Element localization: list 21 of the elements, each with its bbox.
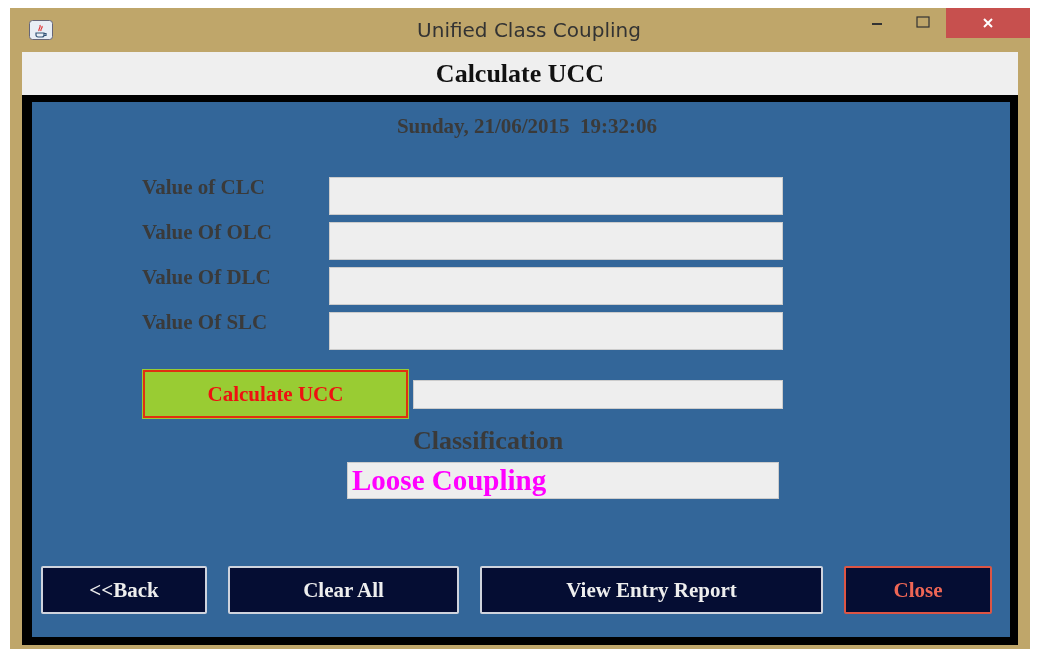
date-time: Sunday, 21/06/2015 19:32:06 (395, 114, 659, 139)
field-label: Value Of SLC (142, 310, 269, 335)
maximize-icon (916, 16, 930, 28)
field-label: Value Of DLC (142, 265, 272, 290)
input-field[interactable] (329, 222, 783, 260)
action-button[interactable]: View Entry Report (480, 566, 823, 614)
coffee-cup-icon (28, 20, 54, 40)
classification-label: Classification (413, 426, 565, 456)
action-button[interactable]: Close (844, 566, 992, 614)
input-field[interactable] (329, 312, 783, 350)
window-title: Unified Class Coupling (416, 18, 642, 42)
input-field[interactable] (329, 177, 783, 215)
field-label: Value of CLC (142, 175, 266, 200)
field-label: Value Of OLC (142, 220, 273, 245)
page-title: Calculate UCC (435, 58, 605, 89)
action-button[interactable]: Clear All (228, 566, 459, 614)
close-icon (981, 17, 995, 29)
result-field[interactable] (413, 379, 783, 409)
action-button[interactable]: <<Back (41, 566, 207, 614)
input-field[interactable] (329, 267, 783, 305)
close-button[interactable] (946, 8, 1030, 38)
